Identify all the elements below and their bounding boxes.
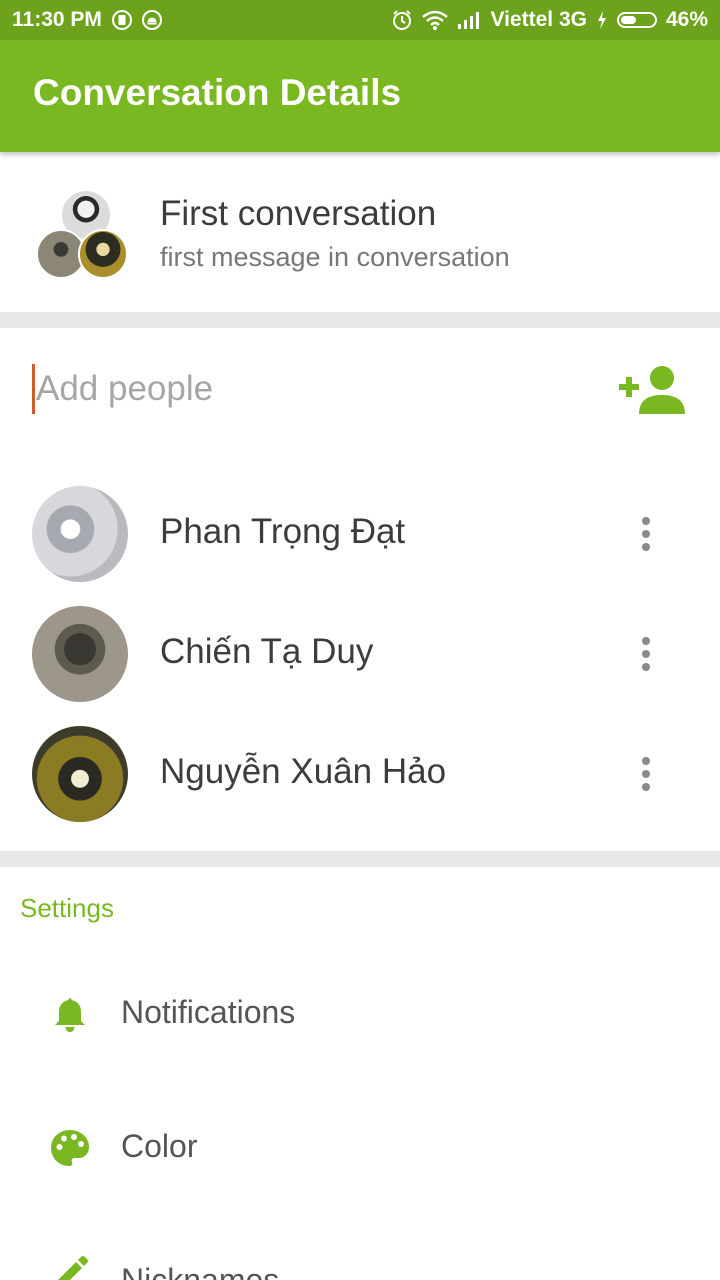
alarm-icon [391, 9, 413, 31]
setting-label: Notifications [121, 994, 296, 1030]
section-divider [0, 312, 720, 328]
carrier-name: Viettel 3G [490, 8, 587, 31]
setting-color[interactable]: Color [0, 1093, 720, 1203]
member-row[interactable]: Phan Trọng Đạt [0, 478, 720, 590]
battery-icon [616, 12, 657, 28]
member-name: Phan Trọng Đạt [160, 512, 406, 551]
more-options-button[interactable] [634, 626, 658, 682]
setting-label: Color [121, 1128, 198, 1164]
conversation-header[interactable]: First conversation first message in conv… [0, 152, 720, 312]
signal-icon [457, 11, 481, 29]
app-bar: Conversation Details [0, 40, 720, 152]
avatar [32, 486, 128, 582]
status-bar: 11:30 PM Viettel 3G 46% [0, 0, 720, 40]
status-time: 11:30 PM [12, 8, 102, 31]
sim-icon [111, 10, 132, 30]
battery-percent: 46% [665, 8, 708, 31]
conversation-subtitle: first message in conversation [160, 242, 510, 272]
avatar [32, 606, 128, 702]
battery-fill [620, 16, 636, 24]
settings-heading: Settings [20, 893, 114, 923]
member-row[interactable]: Nguyễn Xuân Hảo [0, 718, 720, 830]
add-person-icon [619, 366, 685, 414]
android-icon [141, 10, 162, 30]
avatar [32, 726, 128, 822]
pencil-icon [58, 1256, 88, 1280]
people-section: Phan Trọng Đạt Chiến Tạ Duy Nguyễn Xuân … [0, 328, 720, 851]
palette-icon [51, 1130, 89, 1166]
conversation-title: First conversation [160, 194, 437, 233]
member-name: Chiến Tạ Duy [160, 632, 374, 671]
member-name: Nguyễn Xuân Hảo [160, 752, 447, 791]
setting-label: Nicknames [121, 1262, 280, 1280]
status-bar-left: 11:30 PM [12, 8, 162, 32]
add-person-button[interactable] [619, 364, 687, 416]
status-bar-right: Viettel 3G 46% [391, 8, 708, 32]
page-title: Conversation Details [33, 72, 402, 113]
wifi-icon [422, 10, 449, 30]
setting-notifications[interactable]: Notifications [0, 959, 720, 1069]
add-people-input[interactable] [32, 364, 596, 414]
charging-icon [596, 10, 608, 30]
more-vert-icon [642, 517, 650, 525]
more-vert-icon [642, 757, 650, 765]
setting-nicknames[interactable]: Nicknames [0, 1227, 720, 1280]
settings-section: Settings Notifications Color Nicknames [0, 867, 720, 1280]
more-vert-icon [642, 637, 650, 645]
group-avatar-photo [78, 229, 128, 279]
more-options-button[interactable] [634, 506, 658, 562]
more-options-button[interactable] [634, 746, 658, 802]
group-avatar [36, 189, 128, 279]
section-divider [0, 851, 720, 867]
member-row[interactable]: Chiến Tạ Duy [0, 598, 720, 710]
bell-icon [55, 998, 85, 1032]
